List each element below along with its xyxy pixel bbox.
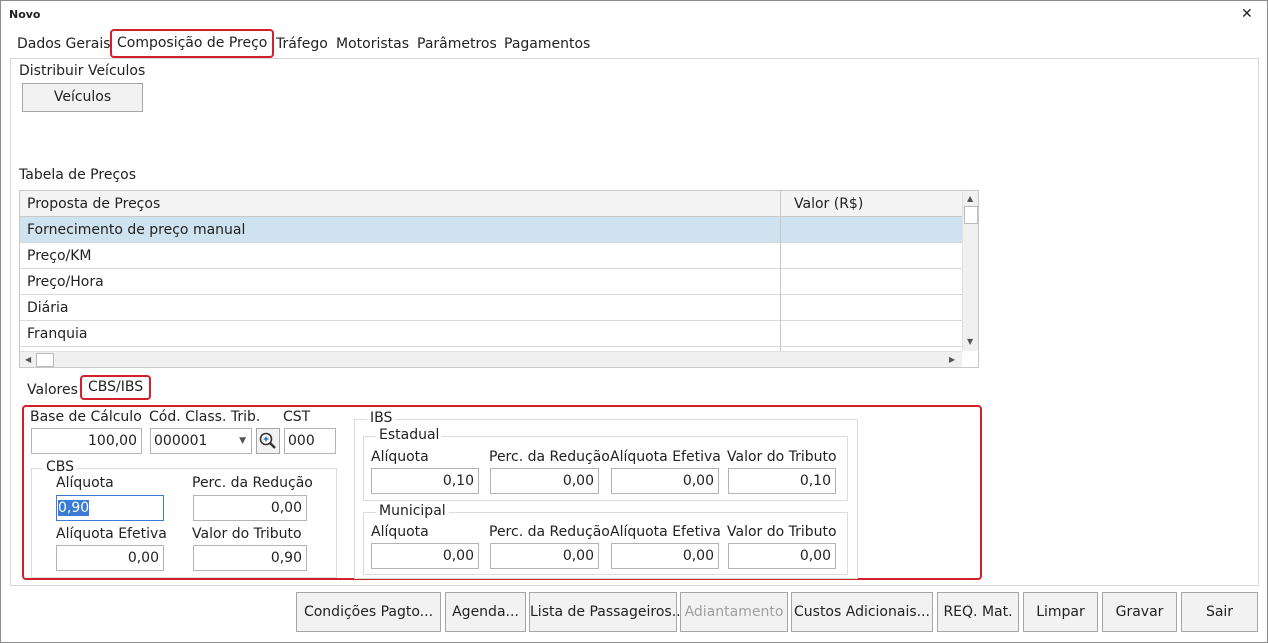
ibs-group-title: IBS xyxy=(367,410,396,426)
cbs-valor-tributo-label: Valor do Tributo xyxy=(192,526,302,542)
table-row[interactable]: Fornecimento de preço manual xyxy=(20,217,962,243)
table-cell-proposta: Diária xyxy=(27,300,69,316)
veiculos-button[interactable]: Veículos xyxy=(22,83,143,112)
cbs-aliquota-efetiva-label: Alíquota Efetiva xyxy=(56,526,167,542)
adiantamento-button[interactable]: Adiantamento xyxy=(680,592,788,632)
agenda-button[interactable]: Agenda... xyxy=(445,592,526,632)
price-table: Proposta de Preços Valor (R$) Fornecimen… xyxy=(19,190,979,368)
subtab-cbs-ibs[interactable]: CBS/IBS xyxy=(80,375,152,400)
table-row[interactable]: Franquia xyxy=(20,321,962,347)
table-row[interactable]: Preço/Hora xyxy=(20,269,962,295)
estadual-perc-reducao-label: Perc. da Redução xyxy=(489,449,610,465)
table-cell-valor xyxy=(787,217,794,243)
municipal-aliquota-label: Alíquota xyxy=(371,524,429,540)
cbs-valor-tributo-field[interactable]: 0,90 xyxy=(193,545,307,571)
estadual-aliquota-efetiva-field[interactable]: 0,00 xyxy=(611,468,719,494)
ibs-estadual-title: Estadual xyxy=(376,427,443,443)
cod-class-trib-label: Cód. Class. Trib. xyxy=(149,409,261,425)
cst-field[interactable]: 000 xyxy=(284,428,336,454)
estadual-aliquota-efetiva-label: Alíquota Efetiva xyxy=(610,449,721,465)
tab-composicao-de-preco[interactable]: Composição de Preço xyxy=(110,29,275,58)
limpar-button[interactable]: Limpar xyxy=(1023,592,1098,632)
window-title: Novo xyxy=(9,8,41,21)
table-cell-proposta: Preço/KM xyxy=(27,248,92,264)
horizontal-scrollbar[interactable]: ◀ ▶ xyxy=(20,351,962,367)
tab-pagamentos[interactable]: Pagamentos xyxy=(504,36,590,52)
cod-class-trib-value: 000001 xyxy=(154,433,208,449)
table-row[interactable]: Diária xyxy=(20,295,962,321)
municipal-valor-tributo-label: Valor do Tributo xyxy=(727,524,837,540)
req-mat-button[interactable]: REQ. Mat. xyxy=(937,592,1019,632)
table-cell-valor xyxy=(787,295,794,321)
cbs-perc-reducao-field[interactable]: 0,00 xyxy=(193,495,307,521)
estadual-aliquota-label: Alíquota xyxy=(371,449,429,465)
estadual-perc-reducao-field[interactable]: 0,00 xyxy=(490,468,599,494)
column-header-proposta[interactable]: Proposta de Preços xyxy=(20,191,160,217)
tab-parametros[interactable]: Parâmetros xyxy=(417,36,497,52)
magnifier-plus-icon xyxy=(259,432,276,449)
municipal-aliquota-efetiva-field[interactable]: 0,00 xyxy=(611,543,719,569)
gravar-button[interactable]: Gravar xyxy=(1102,592,1177,632)
municipal-aliquota-field[interactable]: 0,00 xyxy=(371,543,479,569)
estadual-valor-tributo-label: Valor do Tributo xyxy=(727,449,837,465)
sair-button[interactable]: Sair xyxy=(1181,592,1258,632)
column-divider xyxy=(780,191,781,351)
scroll-up-icon[interactable]: ▲ xyxy=(967,194,973,203)
scroll-left-icon[interactable]: ◀ xyxy=(25,355,31,364)
tab-dados-gerais[interactable]: Dados Gerais xyxy=(17,36,111,52)
distribuir-label: Distribuir Veículos xyxy=(19,63,146,79)
table-cell-valor xyxy=(787,243,794,269)
condicoes-pagto-button[interactable]: Condições Pagto... xyxy=(296,592,441,632)
municipal-aliquota-efetiva-label: Alíquota Efetiva xyxy=(610,524,721,540)
ibs-municipal-title: Municipal xyxy=(376,503,449,519)
estadual-aliquota-field[interactable]: 0,10 xyxy=(371,468,479,494)
column-header-valor[interactable]: Valor (R$) xyxy=(787,191,863,217)
tabela-label: Tabela de Preços xyxy=(19,167,136,183)
cod-class-trib-select[interactable]: 000001 ▼ xyxy=(150,428,252,454)
scroll-right-icon[interactable]: ▶ xyxy=(949,355,955,364)
cbs-aliquota-label: Alíquota xyxy=(56,475,114,491)
cbs-perc-reducao-label: Perc. da Redução xyxy=(192,475,313,491)
cbs-aliquota-field[interactable]: 0,90 xyxy=(56,495,164,521)
subtab-valores[interactable]: Valores xyxy=(27,382,78,398)
chevron-down-icon[interactable]: ▼ xyxy=(239,429,246,453)
base-calculo-label: Base de Cálculo xyxy=(30,409,142,425)
dialog-window: Novo ✕ Dados Gerais Composição de Preço … xyxy=(0,0,1268,643)
scroll-thumb[interactable] xyxy=(964,206,978,224)
table-cell-proposta: Preço/Hora xyxy=(27,274,104,290)
cst-label: CST xyxy=(283,409,311,425)
estadual-valor-tributo-field[interactable]: 0,10 xyxy=(728,468,836,494)
table-cell-proposta: Fornecimento de preço manual xyxy=(27,222,246,238)
base-calculo-field[interactable]: 100,00 xyxy=(31,428,142,454)
custos-adicionais-button[interactable]: Custos Adicionais... xyxy=(791,592,933,632)
cbs-aliquota-efetiva-field[interactable]: 0,00 xyxy=(56,545,164,571)
table-cell-proposta: Franquia xyxy=(27,326,88,342)
cbs-group-title: CBS xyxy=(43,459,78,475)
municipal-perc-reducao-label: Perc. da Redução xyxy=(489,524,610,540)
cbs-aliquota-value: 0,90 xyxy=(58,500,90,516)
table-cell-valor xyxy=(787,321,794,347)
tab-trafego[interactable]: Tráfego xyxy=(276,36,328,52)
zoom-lookup-button[interactable] xyxy=(256,428,280,454)
close-icon[interactable]: ✕ xyxy=(1241,6,1253,22)
tab-motoristas[interactable]: Motoristas xyxy=(336,36,409,52)
municipal-valor-tributo-field[interactable]: 0,00 xyxy=(728,543,836,569)
municipal-perc-reducao-field[interactable]: 0,00 xyxy=(490,543,599,569)
table-cell-valor xyxy=(787,269,794,295)
scroll-down-icon[interactable]: ▼ xyxy=(967,337,973,346)
table-header: Proposta de Preços Valor (R$) xyxy=(20,191,962,217)
table-row[interactable]: Preço/KM xyxy=(20,243,962,269)
hscroll-thumb[interactable] xyxy=(36,353,54,367)
vertical-scrollbar[interactable]: ▲ ▼ xyxy=(962,191,978,351)
lista-passageiros-button[interactable]: Lista de Passageiros... xyxy=(529,592,685,632)
